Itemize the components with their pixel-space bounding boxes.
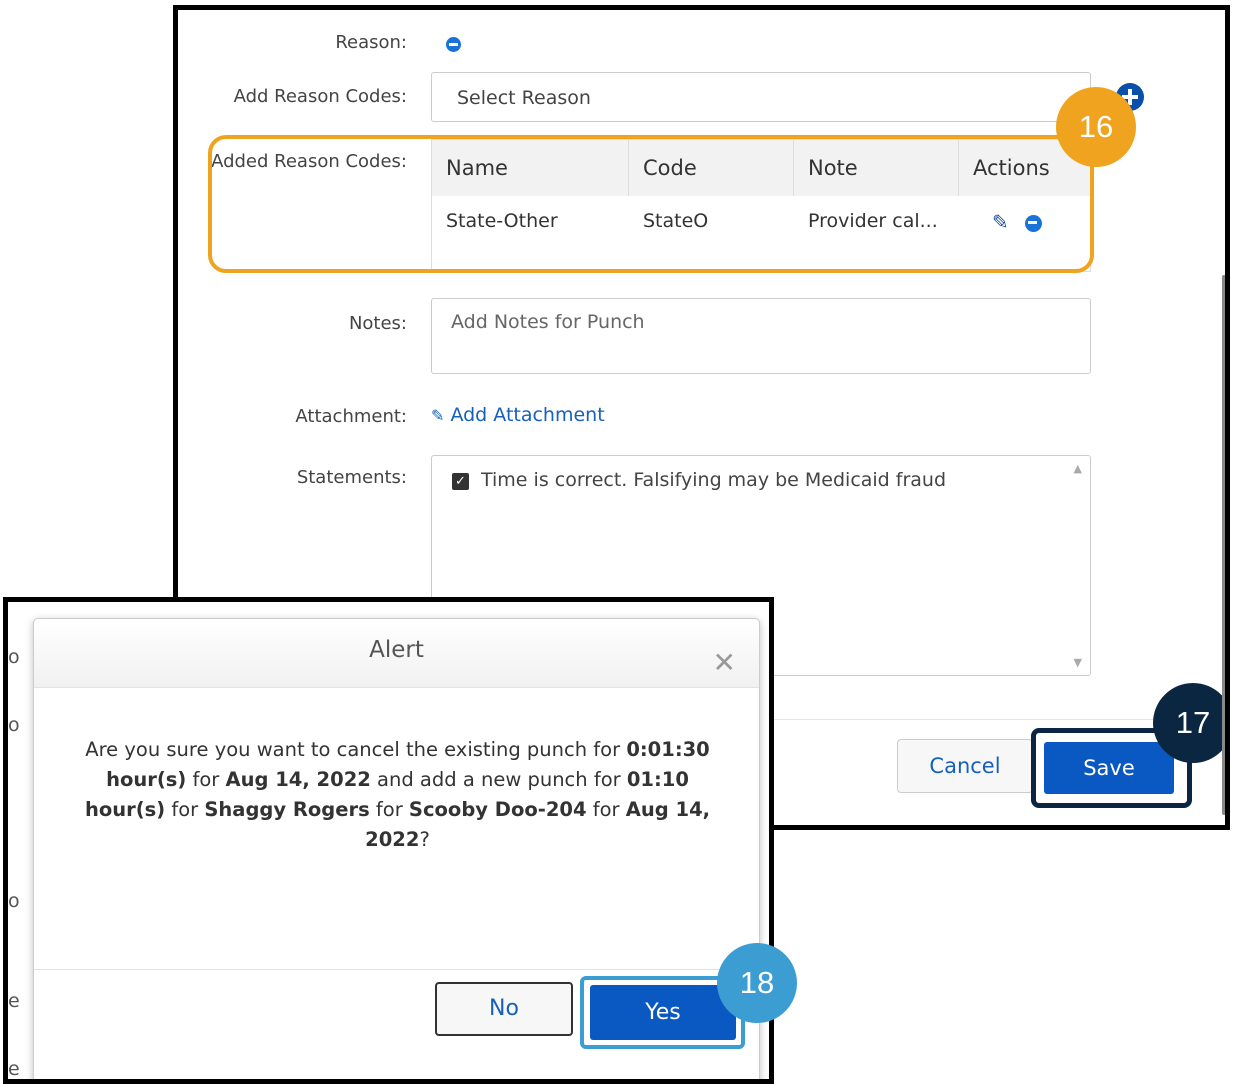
alert-message-text: Are you sure you want to cancel the exis… — [85, 738, 627, 761]
callout-16-highlight — [208, 135, 1094, 273]
attachment-label: Attachment: — [295, 406, 407, 427]
paperclip-icon: ✎ — [431, 406, 445, 425]
alert-overlay-frame: o o o e e Alert ✕ Are you sure you want … — [3, 597, 774, 1084]
alert-message-text: for — [186, 768, 226, 791]
select-reason-placeholder: Select Reason — [457, 87, 591, 109]
background-text-fragment: e — [8, 990, 20, 1012]
background-text-fragment: o — [8, 646, 20, 668]
alert-message-text: for — [586, 798, 626, 821]
remove-reason-icon[interactable] — [446, 37, 461, 52]
add-attachment-link[interactable]: ✎ Add Attachment — [431, 404, 605, 426]
alert-message-emphasis: Scooby Doo-204 — [408, 798, 587, 821]
notes-input[interactable]: Add Notes for Punch — [431, 298, 1091, 374]
notes-label: Notes: — [348, 313, 407, 334]
alert-message-emphasis: Shaggy Rogers — [204, 798, 370, 821]
add-attachment-text: Add Attachment — [450, 404, 605, 426]
close-icon[interactable]: ✕ — [713, 649, 736, 677]
alert-message-emphasis: Aug 14, 2022 — [225, 768, 371, 791]
scroll-down-arrow-icon[interactable]: ▼ — [1074, 656, 1082, 669]
panel-scrollbar[interactable] — [1222, 275, 1225, 815]
background-text-fragment: o — [8, 890, 20, 912]
callout-18-badge: 18 — [717, 943, 797, 1023]
callout-16-badge: 16 — [1056, 87, 1136, 167]
alert-footer-divider — [34, 969, 759, 970]
alert-message-text: and add a new punch for — [370, 768, 627, 791]
select-reason-dropdown[interactable]: Select Reason — [431, 72, 1091, 122]
cancel-button[interactable]: Cancel — [897, 739, 1033, 793]
statements-label: Statements: — [296, 467, 407, 488]
callout-17-badge: 17 — [1153, 683, 1225, 763]
alert-message-text: for — [165, 798, 205, 821]
statement-text: Time is correct. Falsifying may be Medic… — [481, 469, 947, 491]
scroll-up-arrow-icon[interactable]: ▲ — [1074, 462, 1082, 475]
no-button[interactable]: No — [435, 982, 573, 1036]
reason-label: Reason: — [335, 32, 407, 53]
background-text-fragment: e — [8, 1058, 20, 1080]
add-reason-codes-label: Add Reason Codes: — [233, 86, 407, 107]
notes-placeholder: Add Notes for Punch — [451, 311, 645, 333]
alert-dialog: Alert ✕ Are you sure you want to cancel … — [33, 618, 760, 1079]
alert-header: Alert ✕ — [34, 619, 759, 688]
statement-checkbox[interactable]: ✓ — [452, 473, 469, 490]
background-text-fragment: o — [8, 714, 20, 736]
alert-title: Alert — [369, 637, 424, 663]
alert-message-text: for — [369, 798, 409, 821]
alert-message: Are you sure you want to cancel the exis… — [74, 735, 721, 855]
alert-message-text: ? — [419, 828, 430, 851]
